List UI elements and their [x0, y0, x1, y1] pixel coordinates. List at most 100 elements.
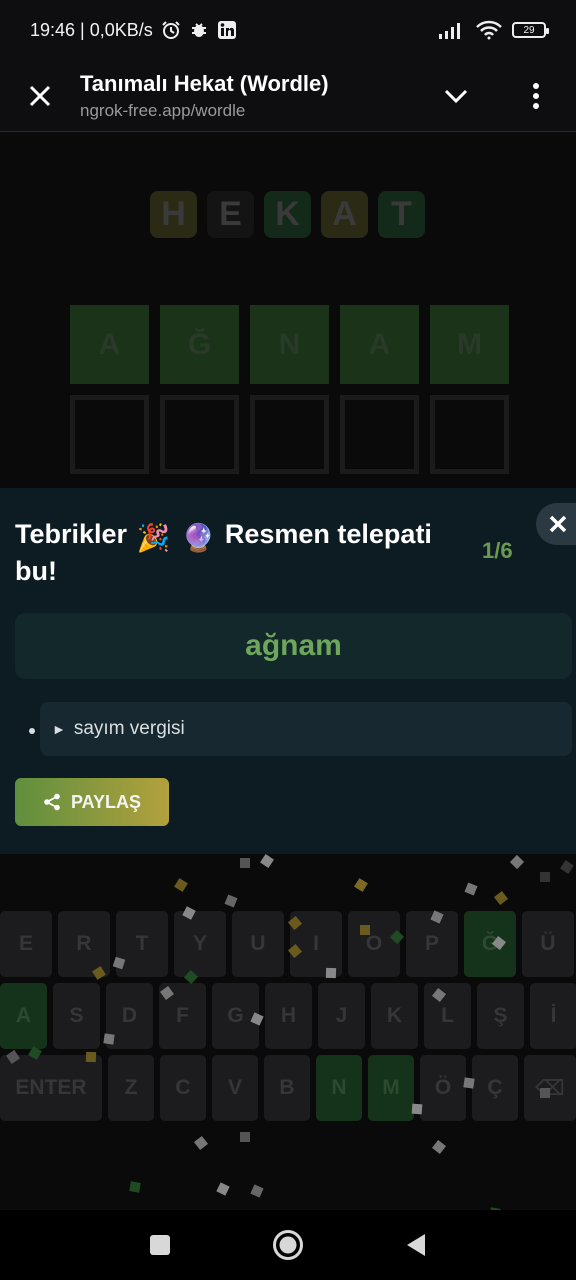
board-cell: N [250, 305, 329, 384]
key[interactable]: Ö [420, 1055, 466, 1121]
system-nav-bar [0, 1210, 576, 1280]
confetti-piece [540, 1088, 550, 1098]
alarm-icon [161, 20, 181, 40]
key[interactable]: N [316, 1055, 362, 1121]
key[interactable]: Z [108, 1055, 154, 1121]
keyboard-row: ERTYUIOPĞÜ [0, 911, 574, 977]
home-circle-icon [273, 1230, 303, 1260]
logo-tile: K [264, 191, 311, 238]
confetti-piece [240, 1132, 250, 1142]
board-cell: A [70, 305, 149, 384]
confetti-piece [540, 872, 550, 882]
confetti-piece [325, 967, 337, 979]
board-cell: A [340, 305, 419, 384]
key[interactable]: V [212, 1055, 258, 1121]
key[interactable]: Ğ [464, 911, 516, 977]
board-row: AĞNAM [70, 305, 509, 384]
close-icon [549, 515, 567, 533]
confetti-piece [463, 1077, 475, 1089]
share-icon [44, 793, 60, 811]
signal-icon [438, 21, 466, 39]
bug-icon [189, 20, 209, 40]
board-row [70, 395, 509, 474]
game-board: AĞNAM [70, 305, 509, 485]
enter-key[interactable]: ENTER [0, 1055, 102, 1121]
expand-button[interactable] [416, 60, 496, 132]
key[interactable]: S [53, 983, 100, 1049]
battery-level: 29 [523, 24, 535, 36]
crystal-ball-icon: 🔮 [181, 523, 216, 553]
more-vertical-icon [533, 82, 539, 109]
key[interactable]: P [406, 911, 458, 977]
answer-word: ağnam [15, 613, 572, 679]
home-button[interactable] [268, 1225, 308, 1265]
win-modal: Tebrikler 🎉 🔮 Resmen telepati bu! 1/6 ağ… [0, 488, 576, 854]
key[interactable]: A [0, 983, 47, 1049]
key[interactable]: M [368, 1055, 414, 1121]
close-tab-button[interactable] [0, 60, 80, 132]
logo-tile: H [150, 191, 197, 238]
back-button[interactable] [396, 1225, 436, 1265]
wifi-icon [476, 20, 502, 40]
meaning-text: sayım vergisi [73, 718, 185, 739]
party-popper-icon: 🎉 [136, 523, 171, 553]
board-cell [340, 395, 419, 474]
battery-icon: 29 [512, 22, 549, 38]
page-url: ngrok-free.app/wordle [80, 100, 246, 120]
key[interactable]: K [371, 983, 418, 1049]
chevron-down-icon [444, 89, 468, 103]
board-cell [430, 395, 509, 474]
page-title: Tanımalı Hekat (Wordle) [80, 70, 329, 96]
key[interactable]: Ş [477, 983, 524, 1049]
close-icon [29, 85, 51, 106]
key[interactable]: Y [174, 911, 226, 977]
logo-tile: A [321, 191, 368, 238]
more-menu-button[interactable] [496, 60, 576, 132]
key[interactable]: İ [530, 983, 576, 1049]
browser-toolbar: Tanımalı Hekat (Wordle) ngrok-free.app/w… [0, 60, 576, 132]
key[interactable]: T [116, 911, 168, 977]
key[interactable]: E [0, 911, 52, 977]
game-logo: HEKAT [150, 191, 425, 238]
meaning-item[interactable]: ► sayım vergisi [40, 702, 572, 756]
modal-close-button[interactable] [536, 503, 576, 545]
share-button[interactable]: PAYLAŞ [15, 778, 169, 826]
confetti-piece [129, 1181, 141, 1193]
logo-tile: T [378, 191, 425, 238]
key[interactable]: J [318, 983, 365, 1049]
board-cell: Ğ [160, 305, 239, 384]
modal-heading: Tebrikler 🎉 🔮 Resmen telepati bu! [15, 518, 455, 588]
key[interactable]: O [348, 911, 400, 977]
page-title-block[interactable]: Tanımalı Hekat (Wordle) ngrok-free.app/w… [80, 71, 416, 121]
keyboard-row: ASDFGHJKLŞİ [0, 983, 576, 1049]
key[interactable]: Ç [472, 1055, 518, 1121]
key[interactable]: L [424, 983, 471, 1049]
key[interactable]: R [58, 911, 110, 977]
board-cell [250, 395, 329, 474]
status-bar: 19:46 | 0,0KB/s 29 [0, 0, 576, 60]
share-label: PAYLAŞ [70, 791, 142, 812]
confetti-piece [240, 858, 250, 868]
square-icon [150, 1235, 170, 1255]
heading-text-1: Tebrikler [15, 519, 128, 549]
logo-tile: E [207, 191, 254, 238]
status-time: 19:46 | 0,0KB/s [30, 19, 153, 40]
key[interactable]: U [232, 911, 284, 977]
board-cell [70, 395, 149, 474]
confetti-piece [103, 1033, 115, 1045]
confetti-piece [360, 925, 370, 935]
key[interactable]: B [264, 1055, 310, 1121]
key[interactable]: Ü [522, 911, 574, 977]
confetti-piece [85, 1051, 97, 1063]
key[interactable]: C [160, 1055, 206, 1121]
linkedin-icon [217, 20, 237, 40]
keyboard-row: ENTERZCVBNMÖÇ⌫ [0, 1055, 576, 1121]
back-triangle-icon [407, 1234, 425, 1256]
attempts-count: 1/6 [482, 538, 513, 563]
key[interactable]: H [265, 983, 312, 1049]
backspace-key[interactable]: ⌫ [524, 1055, 576, 1121]
confetti-piece [411, 1103, 423, 1115]
recents-button[interactable] [140, 1225, 180, 1265]
board-cell: M [430, 305, 509, 384]
board-cell [160, 395, 239, 474]
